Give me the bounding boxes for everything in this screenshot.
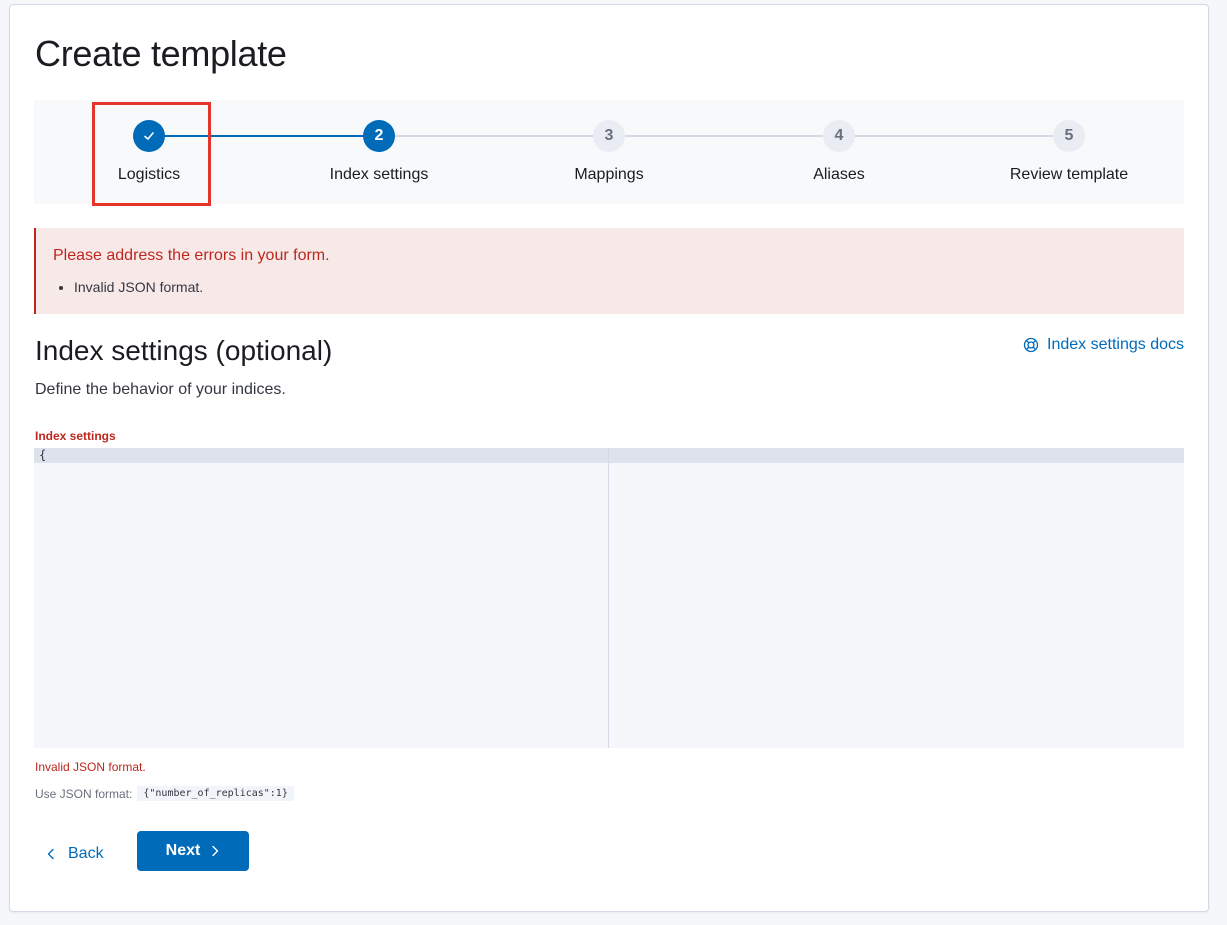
step-index-settings[interactable]: 2 Index settings [264,100,494,204]
editor-error: Invalid JSON format. [35,760,146,774]
chevron-left-icon [47,848,54,860]
step-label: Aliases [813,166,865,183]
step-label: Mappings [574,166,644,183]
section-description: Define the behavior of your indices. [35,381,286,398]
help-code: {"number_of_replicas":1} [137,786,294,801]
help-prefix: Use JSON format: [35,786,133,801]
step-aliases[interactable]: 4 Aliases [724,100,954,204]
editor-label: Index settings [35,429,116,443]
docs-link[interactable]: Index settings docs [1023,336,1184,354]
next-label: Next [165,842,201,859]
editor-help: Use JSON format: {"number_of_replicas":1… [35,786,294,801]
step-number: 5 [1053,120,1085,152]
step-mappings[interactable]: 3 Mappings [494,100,724,204]
step-number: 4 [823,120,855,152]
json-editor[interactable]: { [34,448,1184,748]
error-list: Invalid JSON format. [74,279,203,295]
step-number: 2 [363,120,395,152]
back-label: Back [68,845,104,862]
highlight-annotation [92,102,211,206]
chevron-right-icon [212,845,219,857]
editor-active-line [34,448,1184,463]
editor-content: { [39,448,47,462]
main-panel: Create template Logistics 2 Index settin… [9,4,1209,912]
step-number: 3 [593,120,625,152]
help-icon [1023,337,1039,353]
section-title: Index settings (optional) [35,335,333,366]
editor-divider [608,448,609,748]
error-list-item: Invalid JSON format. [74,279,203,295]
back-button[interactable]: Back [40,834,110,874]
next-button[interactable]: Next [137,831,249,871]
docs-link-label: Index settings docs [1047,336,1184,353]
error-callout: Please address the errors in your form. … [34,228,1184,314]
step-label: Review template [1009,166,1129,183]
step-label: Index settings [329,166,429,183]
step-review-template[interactable]: 5 Review template [954,100,1184,204]
callout-title: Please address the errors in your form. [53,247,330,264]
page-title: Create template [35,33,287,74]
